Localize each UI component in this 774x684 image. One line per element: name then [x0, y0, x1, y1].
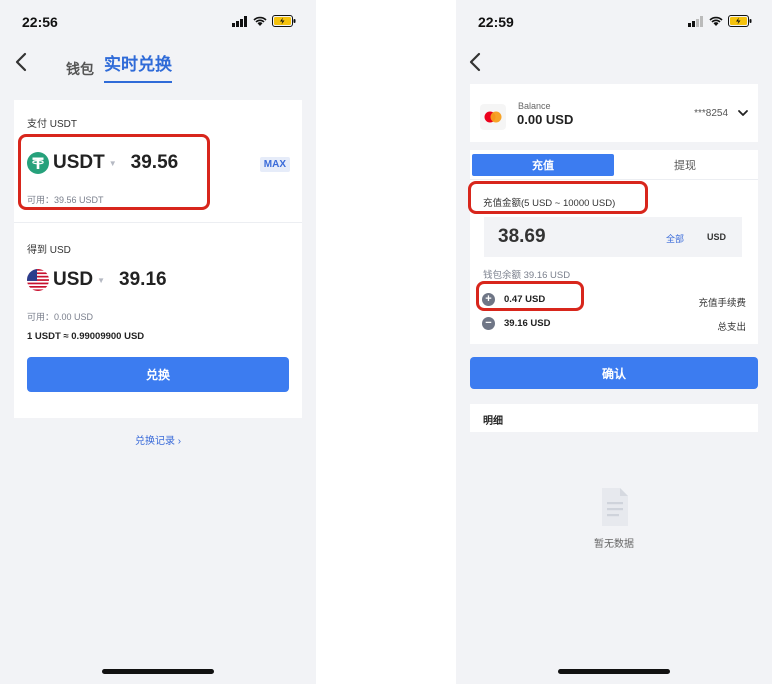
minus-circle-icon: − [482, 317, 495, 330]
deposit-card: 充值 提现 充值金额(5 USD ~ 10000 USD) 38.69 全部 U… [470, 150, 758, 344]
home-indicator [102, 669, 214, 674]
total-row: − 39.16 USD [482, 317, 550, 330]
deposit-amount-value[interactable]: 38.69 [498, 226, 546, 248]
wifi-icon [709, 16, 723, 26]
balance-label: Balance [518, 101, 551, 111]
divider [470, 179, 758, 180]
highlight-box [468, 181, 648, 214]
wallet-balance: 钱包余额 39.16 USD [483, 270, 571, 281]
pay-label: 支付 USDT [27, 119, 77, 130]
status-time: 22:56 [22, 14, 58, 30]
balance-card[interactable]: Balance 0.00 USD ***8254 [470, 84, 758, 142]
total-value: 39.16 USD [504, 318, 551, 329]
fee-label: 充值手续费 [698, 298, 746, 309]
chevron-down-icon[interactable] [736, 106, 750, 120]
chevron-down-icon: ▼ [97, 275, 106, 285]
receive-available: 可用：0.00 USD [27, 312, 94, 322]
back-arrow-icon[interactable] [464, 50, 488, 74]
exchange-button[interactable]: 兑换 [27, 357, 289, 392]
top-tabs: 钱包 实时兑换 [66, 50, 172, 83]
left-phone-screen: 22:56 钱包 实时兑换 支付 USDT USDT ▼ 39.56 MAX 可… [0, 0, 316, 684]
status-bar: 22:56 [0, 0, 316, 40]
right-phone-screen: 22:59 Balance 0.00 USD ***8254 充值 提现 充值金… [456, 0, 772, 684]
balance-value: 0.00 USD [517, 112, 574, 127]
total-label: 总支出 [717, 322, 746, 333]
battery-icon [728, 15, 752, 27]
wifi-icon [253, 16, 267, 26]
divider [14, 222, 302, 223]
highlight-box [476, 281, 584, 311]
highlight-box [18, 134, 210, 210]
battery-icon [272, 15, 296, 27]
empty-document-icon [602, 488, 628, 526]
receive-coin-name: USD [53, 269, 94, 290]
exchange-rate: 1 USDT ≈ 0.99009900 USD [27, 331, 145, 342]
mastercard-icon [480, 104, 506, 130]
details-section: 明细 [470, 404, 758, 432]
tab-deposit[interactable]: 充值 [472, 154, 614, 176]
details-title: 明细 [483, 416, 503, 427]
all-button[interactable]: 全部 [666, 232, 684, 245]
back-arrow-icon[interactable] [10, 50, 34, 74]
empty-state-text: 暂无数据 [594, 539, 634, 550]
home-indicator [558, 669, 670, 674]
confirm-button[interactable]: 确认 [470, 357, 758, 389]
status-icons [688, 15, 752, 27]
status-bar: 22:59 [456, 0, 772, 40]
receive-amount: 39.16 [119, 269, 167, 290]
tab-wallet[interactable]: 钱包 [66, 59, 94, 79]
tab-withdraw[interactable]: 提现 [614, 154, 756, 176]
exchange-history-link[interactable]: 兑换记录 › [135, 432, 181, 447]
signal-icon [232, 15, 247, 27]
status-time: 22:59 [478, 14, 514, 30]
signal-icon [688, 15, 703, 27]
deposit-amount-field[interactable]: 38.69 全部 USD [484, 217, 742, 257]
max-button[interactable]: MAX [259, 157, 290, 172]
card-number: ***8254 [694, 108, 728, 119]
receive-coin-selector[interactable]: USD ▼ 39.16 [27, 269, 167, 291]
us-flag-icon [27, 269, 49, 291]
currency-unit: USD [706, 232, 726, 242]
tab-exchange[interactable]: 实时兑换 [104, 50, 172, 83]
receive-label: 得到 USD [27, 245, 71, 256]
status-icons [232, 15, 296, 27]
